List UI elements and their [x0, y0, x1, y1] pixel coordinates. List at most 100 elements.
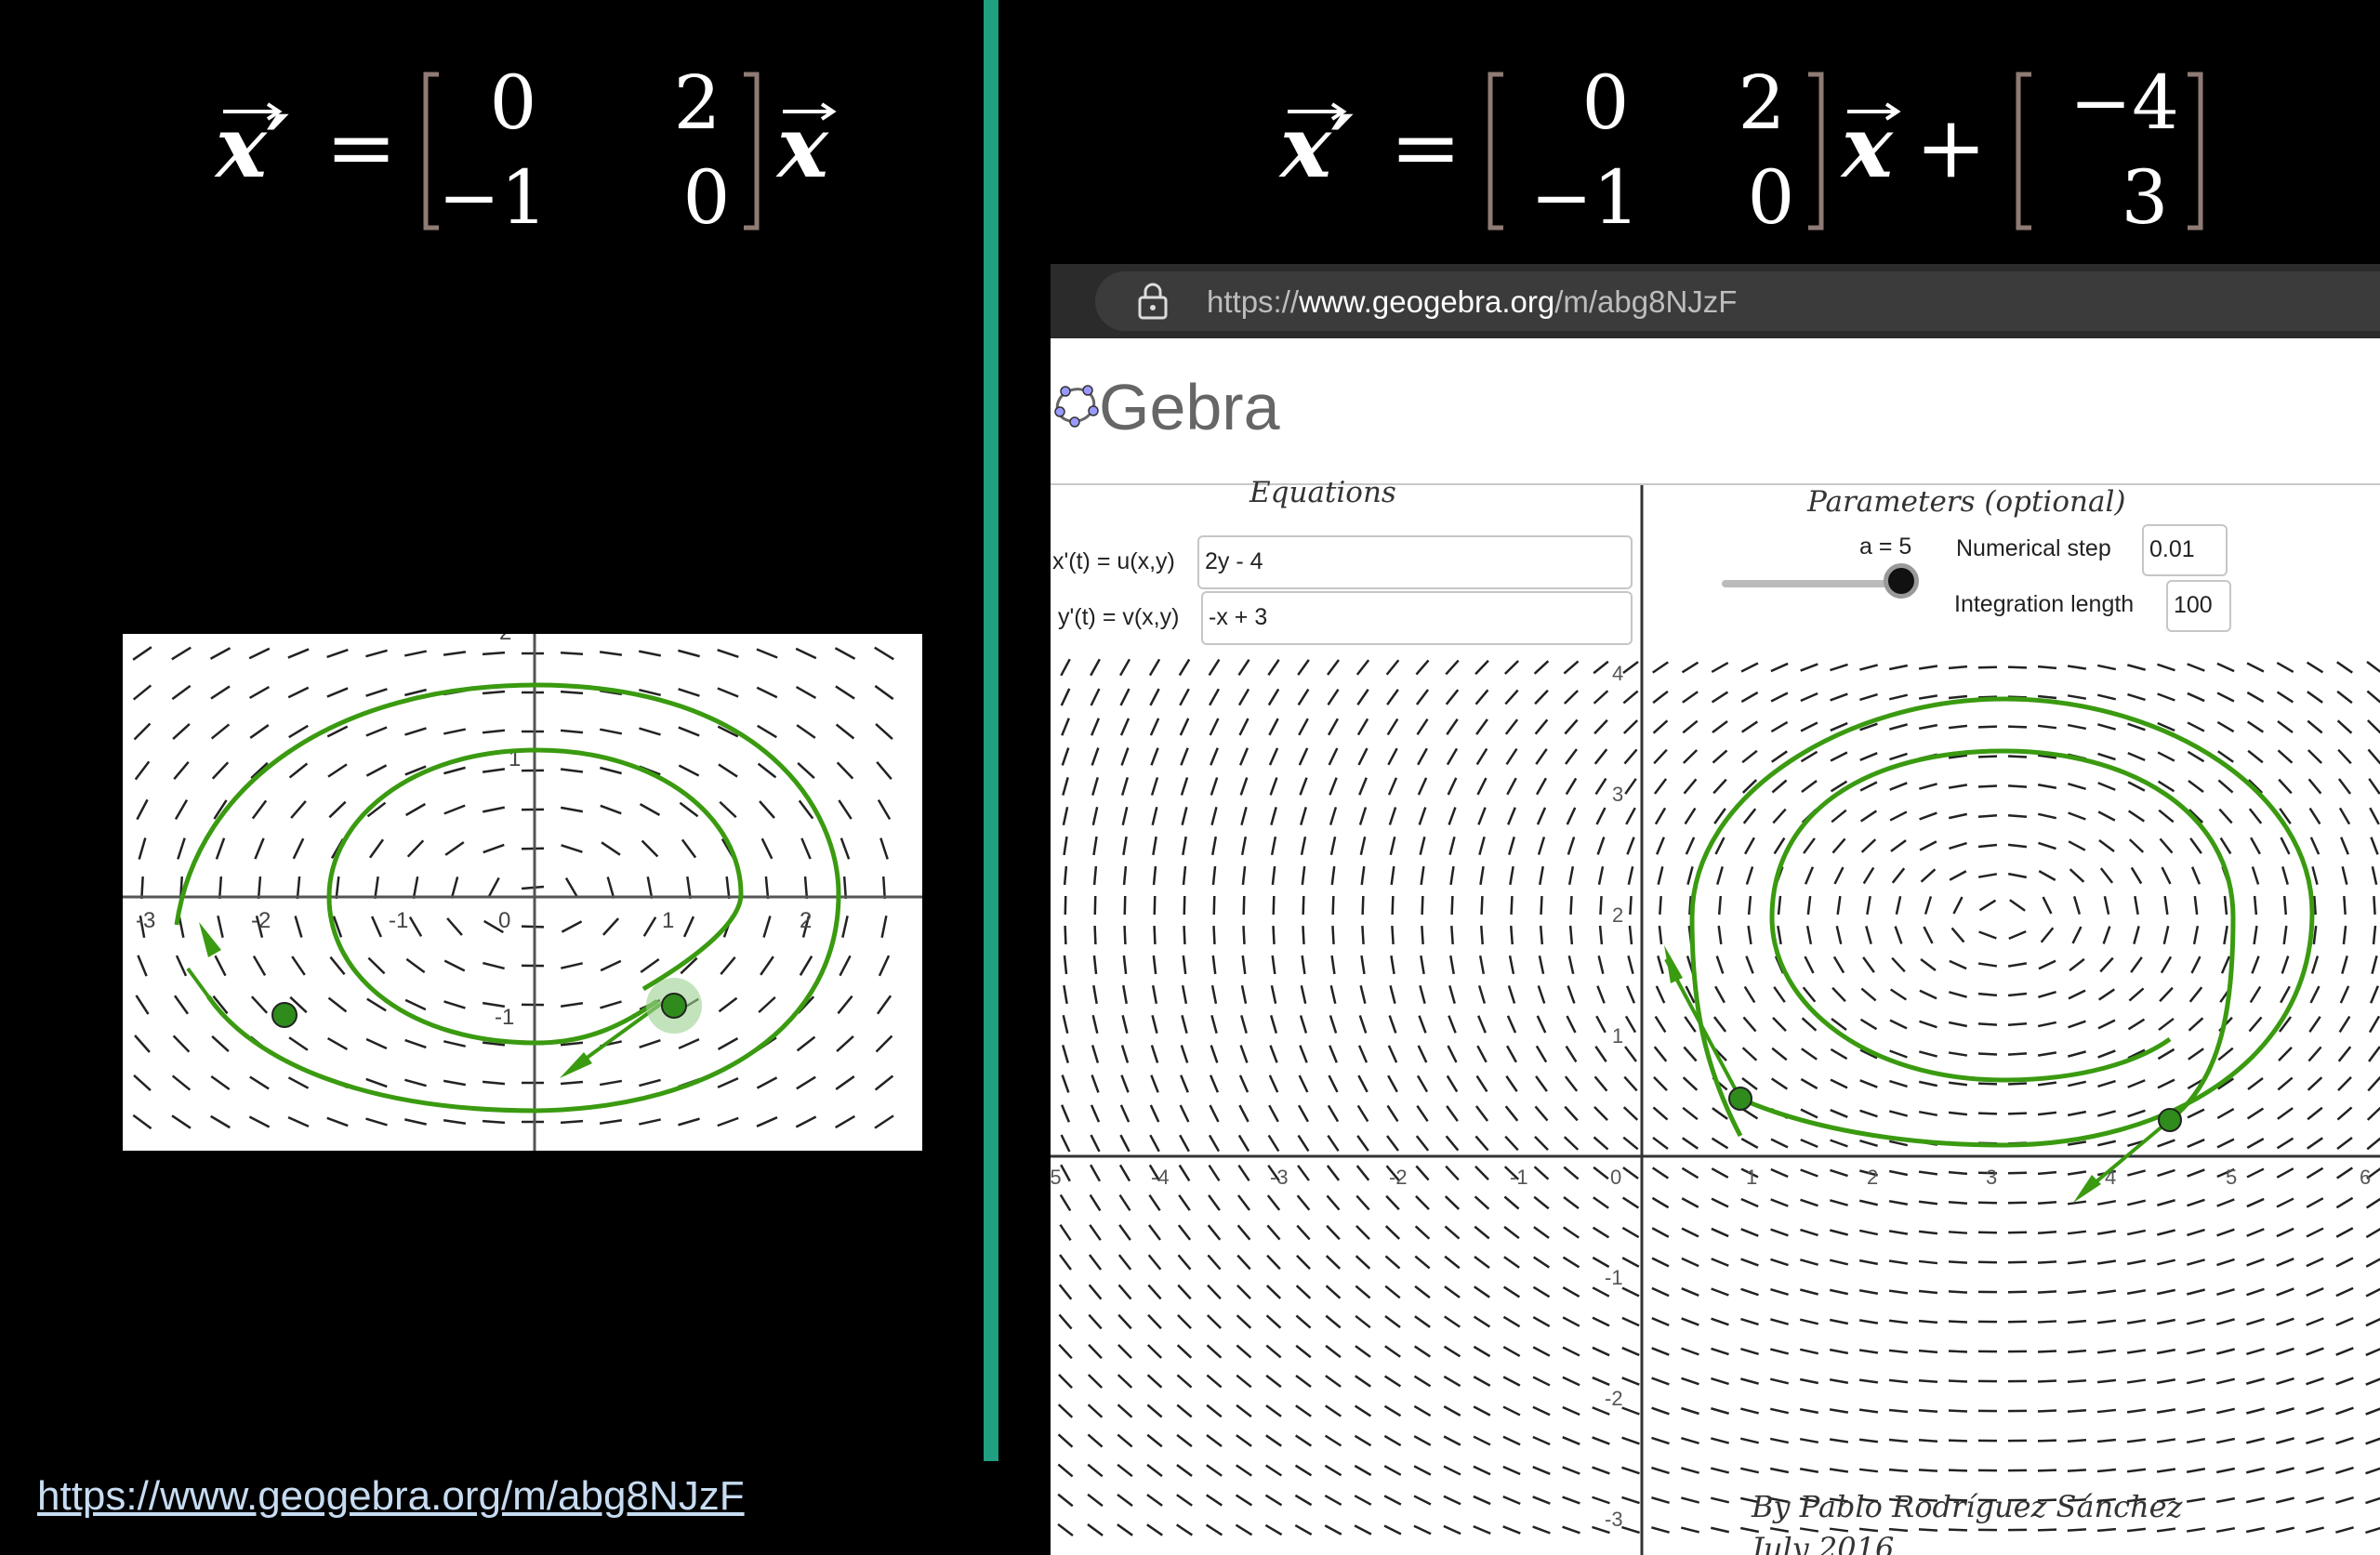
- direction-segment: [1509, 925, 1514, 945]
- direction-segment: [365, 649, 388, 658]
- direction-segment: [1152, 836, 1157, 856]
- right-x-tick: -2: [1389, 1166, 1408, 1189]
- direction-segment: [1060, 658, 1071, 677]
- direction-segment: [1534, 1105, 1549, 1122]
- x-eq-input[interactable]: 2y - 4: [1197, 535, 1633, 589]
- direction-segment: [1532, 1525, 1551, 1535]
- direction-segment: [717, 1037, 739, 1050]
- author-date: July 2016: [1752, 1531, 1895, 1555]
- direction-segment: [171, 646, 192, 661]
- direction-segment: [2096, 1259, 2117, 1265]
- direction-segment: [2159, 986, 2174, 1003]
- direction-segment: [1888, 693, 1909, 701]
- direction-segment: [836, 1035, 854, 1052]
- left-x-tick: 2: [800, 908, 812, 933]
- direction-segment: [1948, 694, 1968, 700]
- direction-segment: [1860, 987, 1877, 1002]
- direction-segment: [1888, 1408, 1909, 1414]
- direction-segment: [1414, 1315, 1431, 1328]
- direction-segment: [1090, 688, 1101, 706]
- direction-segment: [2276, 1167, 2294, 1179]
- direction-segment: [2158, 1017, 2175, 1032]
- direction-segment: [1147, 1313, 1162, 1330]
- direction-segment: [2037, 1379, 2057, 1383]
- direction-segment: [1532, 1466, 1551, 1475]
- direction-segment: [2223, 925, 2228, 945]
- direction-segment: [2038, 959, 2056, 970]
- direction-segment: [1390, 865, 1395, 886]
- right-x-tick: -3: [1270, 1166, 1289, 1189]
- direction-segment: [803, 876, 809, 900]
- direction-segment: [1567, 985, 1576, 1004]
- direction-segment: [1146, 1463, 1163, 1478]
- direction-segment: [795, 1115, 817, 1128]
- direction-segment: [2096, 1349, 2117, 1354]
- direction-segment: [1569, 895, 1573, 916]
- direction-segment: [2037, 1290, 2057, 1294]
- direction-segment: [1918, 1200, 1938, 1206]
- direction-segment: [2341, 955, 2348, 974]
- direction-segment: [1087, 1493, 1104, 1508]
- direction-segment: [599, 651, 623, 656]
- direction-segment: [2097, 1049, 2116, 1059]
- direction-segment: [1474, 1195, 1490, 1210]
- direction-segment: [1354, 1464, 1372, 1477]
- geogebra-link[interactable]: https://www.geogebra.org/m/abg8NJzF: [37, 1473, 745, 1520]
- direction-segment: [210, 685, 231, 700]
- numerical-step-input[interactable]: 0.01: [2142, 524, 2228, 576]
- direction-segment: [1509, 865, 1514, 886]
- direction-segment: [1804, 955, 1815, 974]
- direction-segment: [1770, 1167, 1789, 1179]
- direction-segment: [2126, 1408, 2147, 1414]
- direction-segment: [639, 1039, 661, 1048]
- direction-segment: [1117, 1433, 1133, 1448]
- direction-segment: [1122, 865, 1128, 886]
- left-phase-plot[interactable]: -3 -2 -1 0 1 2 2 1 -1: [123, 634, 922, 1151]
- direction-segment: [1477, 1015, 1487, 1034]
- direction-segment: [1888, 1230, 1909, 1235]
- direction-segment: [2097, 1079, 2116, 1088]
- direction-segment: [606, 876, 615, 899]
- direction-segment: [1268, 718, 1279, 736]
- direction-segment: [2096, 1319, 2117, 1324]
- slider-handle[interactable]: [1884, 563, 1919, 599]
- direction-segment: [2365, 1197, 2380, 1209]
- direction-segment: [717, 1076, 739, 1089]
- direction-segment: [1859, 752, 1878, 761]
- direction-segment: [1948, 724, 1968, 730]
- direction-segment: [1829, 1378, 1849, 1384]
- direction-segment: [2312, 925, 2318, 945]
- direction-segment: [2096, 1199, 2117, 1206]
- direction-segment: [1918, 1230, 1938, 1235]
- slider-track[interactable]: [1722, 580, 1887, 587]
- url-text[interactable]: https://www.geogebra.org/m/abg8NJzF: [1207, 284, 1737, 320]
- geogebra-applet[interactable]: -5 -4 -3 -2 -1 0 1 2 3 4 5 6 4 3 2 1 -1 …: [1051, 476, 2380, 1555]
- direction-segment: [1297, 1165, 1310, 1181]
- direction-segment: [1740, 691, 1759, 704]
- y-eq-input[interactable]: -x + 3: [1201, 591, 1633, 645]
- direction-segment: [2068, 783, 2086, 790]
- direction-segment: [2067, 1408, 2087, 1414]
- direction-segment: [1324, 1494, 1342, 1507]
- browser-window: https://www.geogebra.org/m/abg8NJzF Gebr…: [1051, 264, 2380, 1555]
- direction-segment: [1918, 1528, 1938, 1532]
- direction-segment: [1651, 1316, 1670, 1327]
- direction-segment: [1655, 985, 1666, 1004]
- direction-segment: [874, 646, 894, 661]
- integration-length-input[interactable]: 100: [2166, 580, 2231, 632]
- direction-segment: [1888, 1259, 1909, 1265]
- direction-segment: [1770, 1138, 1789, 1149]
- address-field[interactable]: https://www.geogebra.org/m/abg8NJzF: [1095, 271, 2380, 331]
- direction-segment: [1449, 865, 1455, 886]
- direction-segment: [2365, 1526, 2380, 1535]
- direction-segment: [406, 839, 425, 858]
- direction-segment: [249, 724, 270, 739]
- numerical-step-label: Numerical step: [1956, 535, 2111, 561]
- direction-segment: [681, 838, 697, 859]
- direction-segment: [1651, 1257, 1670, 1268]
- direction-segment: [1829, 1408, 1849, 1414]
- direction-segment: [2366, 1137, 2380, 1151]
- direction-segment: [1740, 662, 1759, 673]
- direction-segment: [2037, 724, 2057, 730]
- direction-segment: [1977, 843, 1998, 849]
